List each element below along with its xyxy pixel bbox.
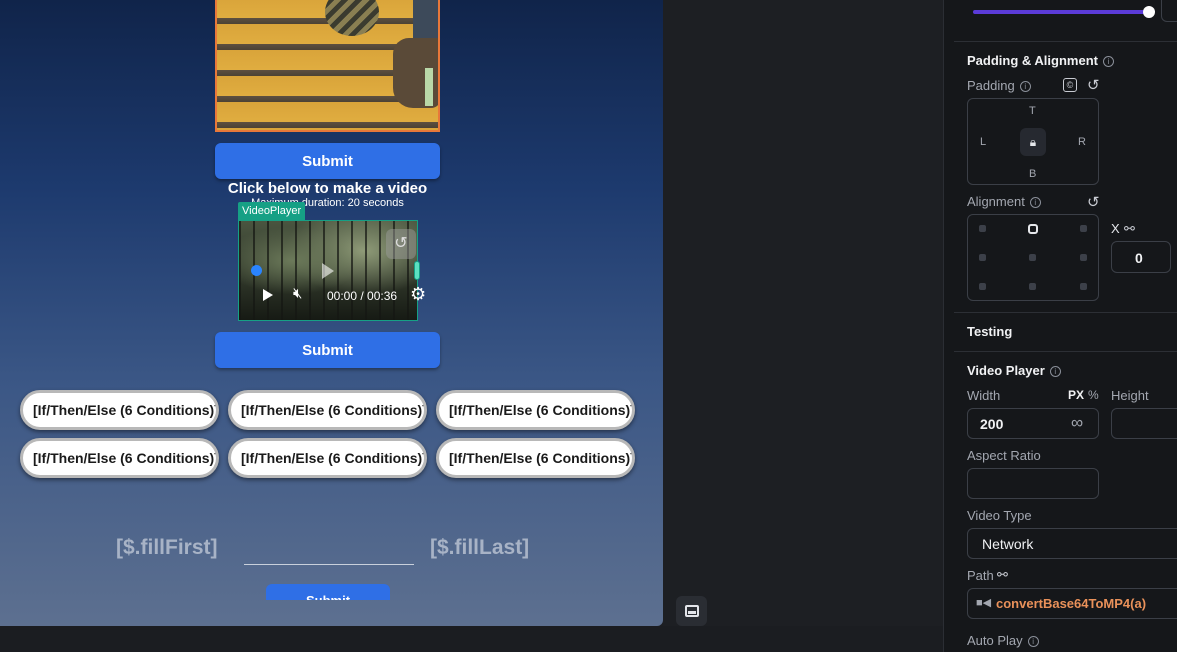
info-icon[interactable]: i: [1049, 366, 1061, 378]
padding-left[interactable]: L: [980, 136, 986, 148]
reset-icon[interactable]: ↺: [1087, 193, 1100, 211]
divider: [954, 41, 1177, 42]
infinity-icon[interactable]: ∞: [1071, 413, 1083, 433]
width-value: 200: [980, 416, 1004, 432]
info-icon[interactable]: i: [1029, 197, 1041, 209]
submit-button[interactable]: Submit: [215, 143, 440, 179]
video-type-value: Network: [982, 536, 1034, 552]
gear-icon[interactable]: ⚙: [410, 284, 426, 305]
widget-tag-videoplayer: VideoPlayer: [238, 202, 306, 220]
submit-button[interactable]: Submit: [266, 584, 390, 600]
play-icon[interactable]: [263, 289, 273, 301]
alignment-label: Alignment i: [967, 194, 1041, 209]
variable-icon[interactable]: ⚯: [997, 567, 1008, 583]
align-center[interactable]: [1029, 254, 1036, 261]
testing-title[interactable]: Testing: [967, 324, 1012, 339]
resize-handle[interactable]: [414, 261, 420, 280]
info-icon[interactable]: i: [1019, 81, 1031, 93]
align-bottom-left[interactable]: [979, 283, 986, 290]
canvas-preview: Submit Click below to make a video Maxim…: [0, 0, 663, 626]
panel-bottom-icon: [684, 605, 699, 617]
fill-first-label: [$.fillFirst]: [116, 536, 218, 559]
info-icon[interactable]: i: [1102, 56, 1114, 68]
photo-edge: [425, 68, 433, 106]
video-caption: Click below to make a video: [227, 180, 428, 197]
auto-play-label-text: Auto Play: [967, 633, 1023, 648]
align-center-left[interactable]: [979, 254, 986, 261]
align-bottom-right[interactable]: [1080, 283, 1087, 290]
padding-label: Padding i: [967, 78, 1031, 93]
height-label: Height: [1111, 388, 1149, 403]
image-widget[interactable]: [215, 0, 440, 132]
divider: [954, 351, 1177, 352]
condition-button[interactable]: [If/Then/Else (6 Conditions)]: [20, 390, 219, 430]
replay-icon[interactable]: ↺: [386, 229, 416, 259]
reset-icon[interactable]: ↺: [1087, 76, 1100, 94]
alignment-label-text: Alignment: [967, 194, 1025, 209]
video-camera-icon: ■◀: [976, 597, 992, 609]
divider: [954, 312, 1177, 313]
align-center-right[interactable]: [1080, 254, 1087, 261]
video-time: 00:00 / 00:36: [327, 289, 398, 303]
aspect-ratio-label: Aspect Ratio: [967, 448, 1041, 463]
height-field[interactable]: [1111, 408, 1177, 439]
width-label: Width: [967, 388, 1001, 403]
photo-shoe: [325, 0, 379, 36]
auto-play-label: Auto Play i: [967, 633, 1039, 648]
path-value[interactable]: convertBase64ToMP4(a): [996, 596, 1146, 611]
condition-button[interactable]: [If/Then/Else (6 Conditions)]: [20, 438, 219, 478]
workspace-background: [663, 0, 943, 652]
opacity-slider-knob[interactable]: [1143, 6, 1155, 18]
padding-alignment-title: Padding & Alignment i: [967, 53, 1114, 68]
progress-knob[interactable]: [251, 265, 262, 276]
video-player-title-text: Video Player: [967, 363, 1045, 378]
x-offset-value: 0: [1135, 250, 1143, 266]
padding-top[interactable]: T: [1029, 105, 1036, 117]
fill-last-label: [$.fillLast]: [430, 536, 530, 559]
big-play-icon[interactable]: [322, 263, 334, 279]
video-player-title: Video Player i: [967, 363, 1061, 378]
condition-button[interactable]: [If/Then/Else (6 Conditions)]: [228, 438, 427, 478]
align-top-left[interactable]: [979, 225, 986, 232]
unit-percent-toggle[interactable]: %: [1088, 388, 1099, 402]
copy-icon[interactable]: ©: [1063, 78, 1077, 92]
name-input[interactable]: [244, 531, 414, 565]
submit-button[interactable]: Submit: [215, 332, 440, 368]
align-top-center[interactable]: [1028, 224, 1038, 234]
opacity-slider-track[interactable]: [973, 10, 1149, 14]
condition-button[interactable]: [If/Then/Else (6 Conditions)]: [436, 390, 635, 430]
video-type-label: Video Type: [967, 508, 1032, 523]
condition-button[interactable]: [If/Then/Else (6 Conditions)]: [228, 390, 427, 430]
variable-icon[interactable]: ⚯: [1124, 221, 1135, 237]
align-top-right[interactable]: [1080, 225, 1087, 232]
video-player[interactable]: ↺ 🔇︎ 00:00 / 00:36: [238, 220, 418, 321]
x-label: X: [1111, 221, 1120, 236]
padding-bottom[interactable]: B: [1029, 168, 1036, 180]
bottom-bar: [0, 626, 943, 652]
app-root: Submit Click below to make a video Maxim…: [0, 0, 1177, 652]
aspect-ratio-field[interactable]: [967, 468, 1099, 499]
padding-alignment-title-text: Padding & Alignment: [967, 53, 1098, 68]
padding-right[interactable]: R: [1078, 136, 1086, 148]
padding-label-text: Padding: [967, 78, 1015, 93]
volume-mute-icon[interactable]: 🔇︎: [293, 285, 302, 302]
unit-px-toggle[interactable]: PX: [1068, 388, 1084, 402]
toggle-panel-button[interactable]: [676, 596, 707, 626]
align-bottom-center[interactable]: [1029, 283, 1036, 290]
condition-button[interactable]: [If/Then/Else (6 Conditions)]: [436, 438, 635, 478]
slider-value-field[interactable]: [1161, 0, 1177, 22]
path-label: Path: [967, 568, 994, 583]
info-icon[interactable]: i: [1027, 636, 1039, 648]
lock-icon[interactable]: 🔒︎: [1020, 128, 1046, 156]
